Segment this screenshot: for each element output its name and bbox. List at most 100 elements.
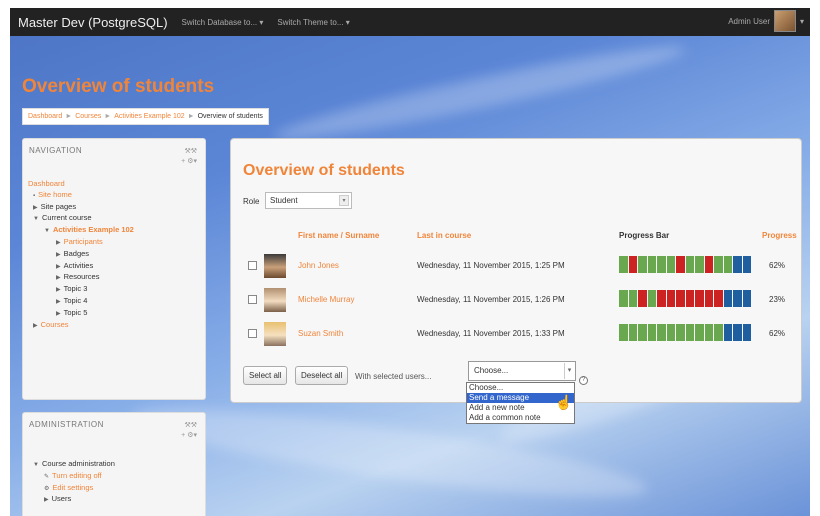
bulk-action-select[interactable]: Choose... ▾ (468, 361, 576, 381)
progress-segment[interactable] (638, 290, 647, 307)
nav-item-label: Topic 5 (63, 307, 88, 317)
role-select[interactable]: Student ▾ (265, 192, 352, 209)
progress-segment[interactable] (666, 256, 675, 273)
user-name-link[interactable]: Suzan Smith (298, 329, 343, 338)
nav-item-badges[interactable]: ▶ Badges (28, 249, 134, 261)
nav-item-resources[interactable]: ▶ Resources (28, 272, 134, 284)
progress-segment[interactable] (685, 290, 694, 307)
column-header-progress[interactable]: Progress (762, 231, 797, 240)
user-name-link[interactable]: John Jones (298, 261, 339, 270)
progress-segment[interactable] (666, 324, 675, 341)
progress-segment[interactable] (742, 256, 751, 273)
dropdown-option[interactable]: Choose... (467, 383, 574, 393)
chevron-down-icon[interactable]: ▾ (339, 195, 349, 206)
progress-segment[interactable] (704, 290, 713, 307)
row-checkbox[interactable] (248, 329, 257, 338)
nav-item-topic-3[interactable]: ▶ Topic 3 (28, 284, 134, 296)
admin-item-edit-settings[interactable]: ⚙ Edit settings (28, 483, 115, 495)
progress-segment[interactable] (733, 290, 742, 307)
progress-segment[interactable] (685, 324, 694, 341)
progress-segment[interactable] (695, 324, 704, 341)
progress-segment[interactable] (723, 290, 732, 307)
nav-item-site-home[interactable]: ▪ Site home (28, 190, 134, 202)
progress-segment[interactable] (704, 256, 713, 273)
user-name-link[interactable]: Michelle Murray (298, 295, 354, 304)
chevron-down-icon[interactable]: ▾ (800, 17, 804, 26)
progress-segment[interactable] (628, 256, 637, 273)
user-picture[interactable] (264, 322, 286, 346)
column-header-last-in-course[interactable]: Last in course (417, 231, 471, 240)
progress-segment[interactable] (676, 256, 685, 273)
row-checkbox[interactable] (248, 261, 257, 270)
nav-item-topic-4[interactable]: ▶ Topic 4 (28, 296, 134, 308)
nav-item-activities-example[interactable]: ▼ Activities Example 102 (28, 225, 134, 237)
expand-icon: ▶ (33, 322, 38, 329)
progress-segment[interactable] (676, 324, 685, 341)
site-brand[interactable]: Master Dev (PostgreSQL) (18, 15, 168, 30)
progress-segment[interactable] (704, 324, 713, 341)
dropdown-option[interactable]: Add a common note (467, 413, 574, 423)
progress-segment[interactable] (695, 290, 704, 307)
chevron-down-icon[interactable]: ▾ (564, 363, 574, 379)
dock-icon[interactable]: ⚒⚒ (181, 421, 197, 431)
progress-segment[interactable] (657, 290, 666, 307)
progress-segment[interactable] (619, 256, 628, 273)
nav-item-topic-5[interactable]: ▶ Topic 5 (28, 308, 134, 320)
user-picture[interactable] (264, 254, 286, 278)
dock-icon[interactable]: ⚒⚒ (181, 147, 197, 157)
progress-segment[interactable] (723, 256, 732, 273)
nav-item-courses[interactable]: ▶ Courses (28, 320, 134, 332)
avatar[interactable] (773, 10, 796, 32)
nav-item-current-course[interactable]: ▼ Current course (28, 213, 134, 225)
user-picture[interactable] (264, 288, 286, 312)
deselect-all-button[interactable]: Deselect all (295, 366, 349, 385)
progress-segment[interactable] (742, 290, 751, 307)
progress-segment[interactable] (657, 324, 666, 341)
admin-item-course-administration[interactable]: ▼ Course administration (28, 459, 115, 471)
progress-segment[interactable] (695, 256, 704, 273)
switch-theme-menu[interactable]: Switch Theme to... ▾ (277, 18, 349, 27)
switch-database-menu[interactable]: Switch Database to... ▾ (182, 18, 264, 27)
progress-segment[interactable] (628, 290, 637, 307)
select-all-button[interactable]: Select all (243, 366, 288, 385)
progress-segment[interactable] (619, 324, 628, 341)
progress-segment[interactable] (714, 324, 723, 341)
admin-item-turn-editing-off[interactable]: ✎ Turn editing off (28, 471, 115, 483)
progress-segment[interactable] (714, 290, 723, 307)
progress-segment[interactable] (647, 256, 656, 273)
breadcrumb-courses[interactable]: Courses (75, 113, 101, 120)
nav-item-site-pages[interactable]: ▶ Site pages (28, 202, 134, 214)
progress-segment[interactable] (742, 324, 751, 341)
progress-segment[interactable] (723, 324, 732, 341)
progress-segment[interactable] (657, 256, 666, 273)
progress-segment[interactable] (638, 324, 647, 341)
collapse-icon: ▼ (33, 462, 39, 468)
nav-item-dashboard[interactable]: Dashboard (28, 179, 134, 190)
progress-segment[interactable] (733, 324, 742, 341)
hand-cursor-icon: ☝ (555, 394, 573, 410)
nav-item-participants[interactable]: ▶ Participants (28, 237, 134, 249)
progress-segment[interactable] (685, 256, 694, 273)
expand-icon: ▶ (56, 298, 61, 305)
progress-segment[interactable] (666, 290, 675, 307)
help-icon[interactable]: ? (579, 376, 588, 385)
user-menu[interactable]: Admin User ▾ (728, 10, 804, 32)
progress-segment[interactable] (647, 324, 656, 341)
breadcrumb-dashboard[interactable]: Dashboard (28, 113, 62, 120)
breadcrumb-course[interactable]: Activities Example 102 (114, 113, 184, 120)
column-header-name[interactable]: First name / Surname (298, 231, 379, 240)
add-block-icon[interactable]: + ⚙▾ (181, 431, 197, 441)
progress-segment[interactable] (676, 290, 685, 307)
nav-item-label: Topic 3 (63, 284, 88, 294)
add-block-icon[interactable]: + ⚙▾ (181, 157, 197, 167)
progress-segment[interactable] (733, 256, 742, 273)
progress-segment[interactable] (647, 290, 656, 307)
progress-segment[interactable] (714, 256, 723, 273)
progress-segment[interactable] (628, 324, 637, 341)
progress-segment[interactable] (638, 256, 647, 273)
row-checkbox[interactable] (248, 295, 257, 304)
progress-bar (619, 256, 751, 273)
progress-segment[interactable] (619, 290, 628, 307)
admin-item-users[interactable]: ▶ Users (28, 494, 115, 506)
nav-item-activities[interactable]: ▶ Activities (28, 261, 134, 273)
